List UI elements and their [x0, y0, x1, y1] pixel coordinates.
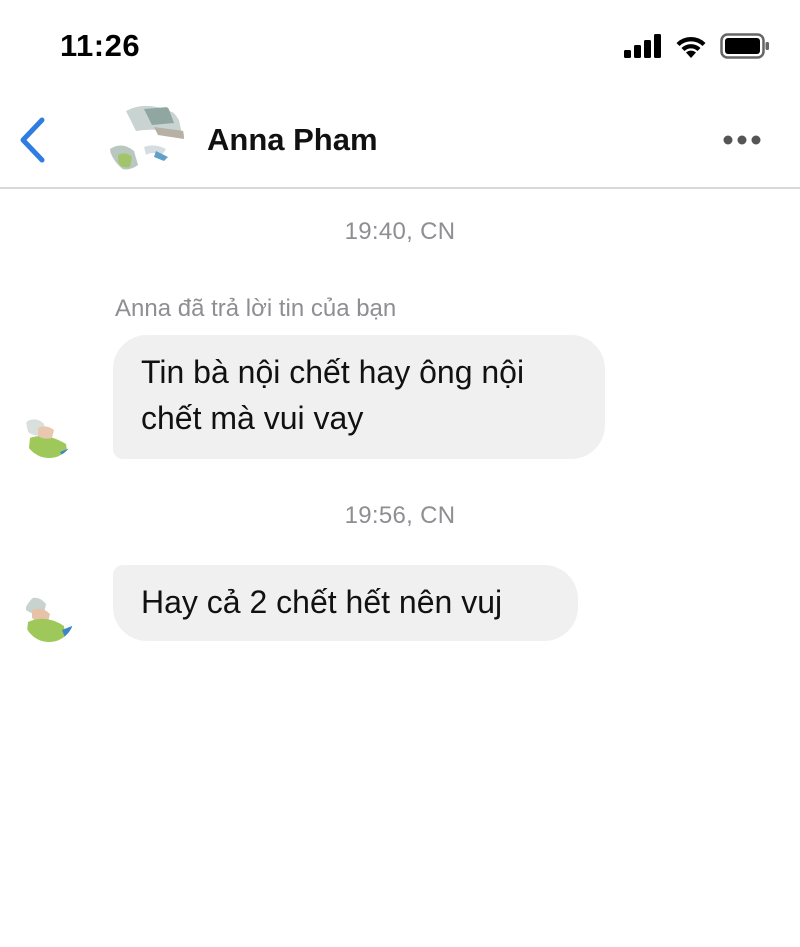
- sender-avatar[interactable]: [24, 592, 74, 642]
- message-line: Hay cả 2 chết hết nên vuj: [141, 584, 503, 620]
- sender-avatar[interactable]: [24, 408, 74, 458]
- wifi-icon: [676, 36, 706, 58]
- more-options-button[interactable]: [722, 128, 762, 152]
- ellipsis-icon: [723, 135, 761, 145]
- message-line: chết mà vui vay: [141, 400, 364, 436]
- message-timestamp: 19:40, CN: [344, 218, 456, 245]
- message-bubble[interactable]: Tin bà nội chết hay ông nội chết mà vui …: [113, 335, 605, 459]
- cellular-signal-icon: [624, 34, 661, 58]
- message-bubble[interactable]: Hay cả 2 chết hết nên vuj: [113, 565, 578, 641]
- back-button[interactable]: [14, 115, 54, 165]
- status-time: 11:26: [60, 28, 141, 63]
- reply-note: Anna đã trả lời tin của bạn: [115, 295, 397, 322]
- message-line: Tin bà nội chết hay ông nội: [141, 354, 525, 390]
- contact-name[interactable]: Anna Pham: [207, 122, 378, 158]
- chevron-left-icon: [20, 117, 45, 163]
- avatar-photo-icon: [108, 101, 184, 177]
- contact-avatar[interactable]: [108, 101, 184, 177]
- chat-screen: 11:26 Anna Pham 19:40, CN Anna đã trả lờ…: [0, 0, 800, 947]
- status-bar: 11:26: [0, 0, 800, 95]
- avatar-photo-icon: [24, 592, 74, 642]
- message-timestamp: 19:56, CN: [344, 502, 456, 529]
- chat-header: Anna Pham: [0, 95, 800, 189]
- status-icons: [624, 33, 770, 59]
- avatar-photo-icon: [24, 408, 74, 458]
- battery-icon: [720, 33, 769, 59]
